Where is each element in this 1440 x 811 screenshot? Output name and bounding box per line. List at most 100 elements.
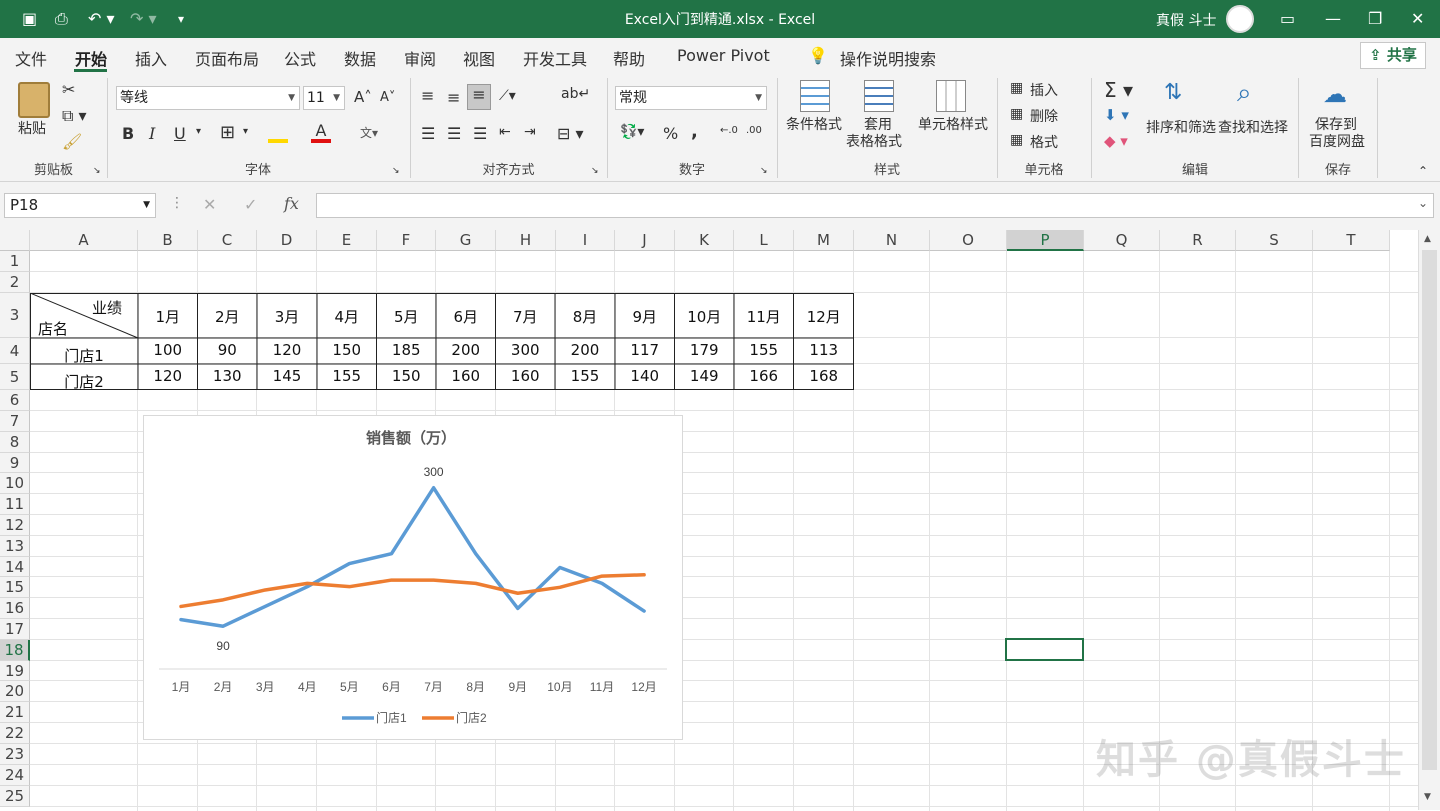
row-header-5[interactable]: 5 (0, 364, 30, 390)
decrease-font-icon[interactable]: A˅ (380, 90, 395, 105)
column-header-D[interactable]: D (257, 230, 317, 251)
tab-home[interactable]: 开始 (75, 46, 107, 70)
row-header-24[interactable]: 24 (0, 765, 30, 786)
column-header-L[interactable]: L (734, 230, 794, 251)
baidu-cloud-icon[interactable]: ☁ (1323, 80, 1347, 108)
tab-insert[interactable]: 插入 (135, 46, 167, 70)
row-header-2[interactable]: 2 (0, 272, 30, 293)
column-header-T[interactable]: T (1313, 230, 1390, 251)
orientation-icon[interactable]: ⟋▾ (499, 88, 516, 104)
row-header-9[interactable]: 9 (0, 453, 30, 473)
row-header-7[interactable]: 7 (0, 411, 30, 432)
chevron-down-icon[interactable]: ▾ (243, 126, 248, 137)
decrease-indent-icon[interactable]: ⇤ (499, 124, 511, 140)
scroll-up-icon[interactable]: ▲ (1424, 234, 1431, 244)
tab-formulas[interactable]: 公式 (284, 46, 316, 70)
tab-file[interactable]: 文件 (15, 46, 47, 70)
formula-input[interactable] (316, 193, 1434, 218)
column-header-P[interactable]: P (1007, 230, 1084, 251)
column-header-O[interactable]: O (930, 230, 1007, 251)
row-header-22[interactable]: 22 (0, 723, 30, 744)
share-button[interactable]: ⇪ 共享 (1360, 42, 1426, 69)
delete-cells-button[interactable]: 删除 (1030, 106, 1058, 126)
column-header-J[interactable]: J (615, 230, 675, 251)
tell-me-search[interactable]: 操作说明搜索 (840, 46, 936, 70)
scroll-thumb[interactable] (1422, 250, 1437, 770)
decrease-decimal-icon[interactable]: .00 (746, 125, 762, 136)
format-icon[interactable]: ▦ (1010, 132, 1023, 148)
row-header-21[interactable]: 21 (0, 702, 30, 723)
format-cells-button[interactable]: 格式 (1030, 132, 1058, 152)
row-header-4[interactable]: 4 (0, 338, 30, 364)
fill-color-icon[interactable] (268, 121, 288, 143)
format-as-table-icon[interactable] (864, 80, 894, 112)
chevron-down-icon[interactable]: ▾ (196, 126, 201, 137)
tab-data[interactable]: 数据 (344, 46, 376, 70)
font-color-icon[interactable]: A (311, 121, 331, 143)
column-header-S[interactable]: S (1236, 230, 1313, 251)
conditional-formatting-button[interactable]: 条件格式 (786, 117, 842, 134)
restore-icon[interactable]: ❐ (1368, 9, 1382, 28)
column-header-H[interactable]: H (496, 230, 556, 251)
row-header-10[interactable]: 10 (0, 473, 30, 494)
align-middle-icon[interactable]: ≡ (447, 88, 460, 107)
italic-button[interactable]: I (149, 124, 155, 143)
close-icon[interactable]: ✕ (1411, 9, 1424, 28)
row-header-19[interactable]: 19 (0, 661, 30, 681)
column-header-N[interactable]: N (854, 230, 930, 251)
align-left-icon[interactable]: ☰ (421, 124, 435, 143)
find-icon[interactable]: ⌕ (1237, 78, 1252, 109)
ribbon-display-icon[interactable]: ▭ (1280, 9, 1295, 28)
clear-icon[interactable]: ◆ ▾ (1104, 132, 1128, 150)
row-header-25[interactable]: 25 (0, 786, 30, 807)
row-header-23[interactable]: 23 (0, 744, 30, 765)
currency-icon[interactable]: 💱▾ (620, 124, 644, 140)
dialog-launcher-icon[interactable]: ↘ (760, 166, 768, 176)
row-header-18[interactable]: 18 (0, 640, 30, 661)
selected-cell-p18[interactable] (1005, 638, 1084, 661)
align-top-icon[interactable]: ≡ (421, 86, 434, 105)
format-as-table-label1[interactable]: 套用 (864, 117, 892, 134)
scroll-down-icon[interactable]: ▼ (1424, 792, 1431, 802)
expand-formula-icon[interactable]: ⌄ (1418, 196, 1428, 210)
tab-power-pivot[interactable]: Power Pivot (677, 46, 770, 65)
font-size-select[interactable]: 11 ▼ (303, 86, 345, 110)
increase-indent-icon[interactable]: ⇥ (524, 124, 536, 140)
column-header-I[interactable]: I (556, 230, 615, 251)
comma-button[interactable]: , (691, 121, 698, 142)
cell-styles-button[interactable]: 单元格样式 (918, 117, 988, 134)
paste-icon[interactable] (18, 82, 50, 118)
dialog-launcher-icon[interactable]: ↘ (591, 166, 599, 176)
minimize-icon[interactable]: — (1325, 9, 1341, 28)
avatar[interactable] (1226, 5, 1254, 33)
user-name[interactable]: 真假 斗士 (1156, 10, 1216, 30)
row-header-1[interactable]: 1 (0, 251, 30, 272)
paste-button[interactable]: 粘贴 (18, 118, 46, 138)
enter-icon[interactable]: ✓ (244, 195, 257, 214)
insert-function-icon[interactable]: fx (284, 194, 299, 213)
vertical-scrollbar[interactable]: ▲ ▼ (1418, 230, 1440, 810)
row-header-16[interactable]: 16 (0, 598, 30, 619)
wrap-text-icon[interactable]: ab↵ (561, 86, 590, 102)
column-header-M[interactable]: M (794, 230, 854, 251)
increase-font-icon[interactable]: A˄ (354, 88, 372, 106)
tab-developer[interactable]: 开发工具 (523, 46, 587, 70)
column-header-A[interactable]: A (30, 230, 138, 251)
sort-filter-button[interactable]: 排序和筛选 (1146, 117, 1216, 137)
column-header-E[interactable]: E (317, 230, 377, 251)
delete-icon[interactable]: ▦ (1010, 106, 1023, 122)
phonetic-icon[interactable]: 文▾ (360, 124, 378, 141)
column-header-B[interactable]: B (138, 230, 198, 251)
column-header-K[interactable]: K (675, 230, 734, 251)
sheet-grid[interactable]: ABCDEFGHIJKLMNOPQRST 1 2 3 4 5 6 7 8 9 10 11 12 13 14… (0, 230, 1440, 811)
sort-filter-icon[interactable]: ⇅ (1164, 80, 1182, 105)
row-header-6[interactable]: 6 (0, 390, 30, 411)
row-header-3[interactable]: 3 (0, 293, 30, 338)
column-header-R[interactable]: R (1160, 230, 1236, 251)
column-header-C[interactable]: C (198, 230, 257, 251)
tab-page-layout[interactable]: 页面布局 (195, 46, 259, 70)
autosum-icon[interactable]: Σ ▾ (1104, 78, 1133, 102)
bold-button[interactable]: B (122, 124, 134, 143)
row-header-14[interactable]: 14 (0, 557, 30, 577)
row-header-20[interactable]: 20 (0, 681, 30, 702)
